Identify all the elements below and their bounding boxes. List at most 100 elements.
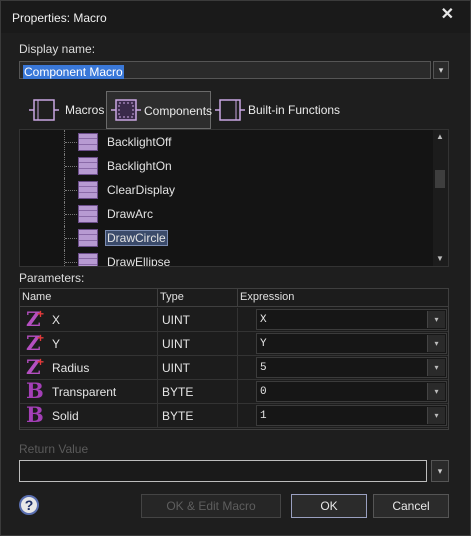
- param-type-cell: UINT: [158, 356, 238, 379]
- tree-item-label: BacklightOff: [107, 135, 172, 149]
- close-icon[interactable]: ✕: [441, 4, 454, 24]
- tab-builtin-functions[interactable]: Built-in Functions: [212, 91, 352, 129]
- param-expression-input[interactable]: Y ▾: [256, 333, 447, 354]
- component-macro-icon: [78, 253, 98, 266]
- param-type-cell: BYTE: [158, 380, 238, 403]
- component-macro-tree[interactable]: BacklightOff BacklightOn ClearDisplay Dr…: [19, 129, 449, 267]
- component-macro-icon: [78, 181, 98, 199]
- uint-type-icon: Z +: [26, 355, 44, 377]
- tree-item-cleardisplay[interactable]: ClearDisplay: [20, 178, 430, 202]
- expression-dropdown[interactable]: ▾: [427, 407, 445, 424]
- expression-dropdown[interactable]: ▾: [427, 335, 445, 352]
- param-name: Transparent: [52, 385, 117, 399]
- param-expression: 0: [260, 386, 267, 398]
- return-value-dropdown[interactable]: ▾: [431, 460, 449, 482]
- plus-badge-icon: +: [37, 307, 45, 321]
- cancel-button[interactable]: Cancel: [373, 494, 449, 518]
- component-macro-icon: [78, 133, 98, 151]
- tree-item-drawcircle[interactable]: DrawCircle: [20, 226, 430, 250]
- column-header-type-label: Type: [160, 291, 184, 303]
- tree-item-label: ClearDisplay: [107, 183, 176, 197]
- column-header-expression[interactable]: Expression: [238, 289, 448, 307]
- param-expression: Y: [260, 338, 267, 350]
- table-row: Z + Radius UINT 5 ▾: [20, 355, 448, 380]
- tab-macros-label: Macros: [65, 103, 105, 117]
- expression-dropdown[interactable]: ▾: [427, 359, 445, 376]
- return-value-input[interactable]: [19, 460, 427, 482]
- function-icon: [215, 99, 245, 121]
- display-name-value: Component Macro: [23, 65, 124, 79]
- param-name: Solid: [52, 409, 79, 423]
- byte-type-icon: B: [26, 378, 44, 403]
- component-icon: [111, 99, 141, 121]
- uint-type-icon: Z +: [26, 331, 44, 353]
- param-type: BYTE: [162, 409, 194, 423]
- component-macro-icon: [78, 157, 98, 175]
- tree-item-label-selected: DrawCircle: [105, 230, 168, 246]
- column-header-expression-label: Expression: [240, 291, 295, 303]
- column-header-type[interactable]: Type: [158, 289, 238, 307]
- byte-type-icon: B: [26, 402, 44, 427]
- param-type: UINT: [162, 361, 190, 375]
- tree-branch: [65, 166, 77, 167]
- display-name-input[interactable]: Component Macro: [19, 61, 431, 79]
- tree-scrollbar[interactable]: ▲ ▼: [433, 130, 448, 266]
- help-icon[interactable]: ?: [19, 495, 39, 515]
- scroll-down-icon[interactable]: ▼: [436, 254, 444, 263]
- param-name: X: [52, 313, 61, 327]
- param-name: Y: [52, 337, 61, 351]
- param-type: BYTE: [162, 385, 194, 399]
- tree-item-backlightoff[interactable]: BacklightOff: [20, 130, 430, 154]
- tree-branch: [65, 238, 77, 239]
- tree-branch: [65, 190, 77, 191]
- component-macro-icon: [78, 229, 98, 247]
- param-type: UINT: [162, 313, 190, 327]
- plus-badge-icon: +: [37, 331, 45, 345]
- expression-dropdown[interactable]: ▾: [427, 383, 445, 400]
- return-value-label: Return Value: [19, 442, 89, 456]
- table-row: Z + X UINT X ▾: [20, 307, 448, 332]
- param-expression-input[interactable]: X ▾: [256, 309, 447, 330]
- param-name-cell: B Solid: [20, 404, 158, 427]
- tree-item-backlighton[interactable]: BacklightOn: [20, 154, 430, 178]
- display-name-dropdown[interactable]: ▾: [433, 61, 449, 79]
- tree-branch: [65, 142, 77, 143]
- parameters-table: Name Type Expression Z + X UINT X ▾ Z + Y: [19, 288, 449, 430]
- tab-components[interactable]: Components: [106, 91, 213, 129]
- ok-edit-macro-button[interactable]: OK & Edit Macro: [141, 494, 281, 518]
- uint-type-icon: Z +: [26, 307, 44, 329]
- table-row: B Solid BYTE 1 ▾: [20, 404, 448, 428]
- tree-item-drawellipse[interactable]: DrawEllipse: [20, 250, 430, 267]
- param-expression: 1: [260, 410, 267, 422]
- param-type-cell: BYTE: [158, 404, 238, 427]
- tab-macros[interactable]: Macros: [19, 91, 105, 129]
- tree-item-label: DrawArc: [107, 207, 154, 221]
- ok-button[interactable]: OK: [291, 494, 367, 518]
- plus-badge-icon: +: [37, 355, 45, 369]
- tree-item-label: DrawEllipse: [107, 255, 171, 267]
- param-type: UINT: [162, 337, 190, 351]
- tab-components-label: Components: [144, 104, 213, 118]
- properties-dialog: Properties: Macro ✕ Display name: Compon…: [0, 0, 471, 536]
- scroll-thumb[interactable]: [435, 170, 445, 188]
- param-expression: 5: [260, 362, 267, 374]
- tree-item-label: BacklightOn: [107, 159, 172, 173]
- tab-builtin-functions-label: Built-in Functions: [248, 103, 341, 117]
- macro-icon: [29, 99, 59, 121]
- param-name: Radius: [52, 361, 90, 375]
- expression-dropdown[interactable]: ▾: [427, 311, 445, 328]
- table-row: B Transparent BYTE 0 ▾: [20, 380, 448, 404]
- title-bar: Properties: Macro ✕: [1, 1, 470, 33]
- tree-connector: [64, 250, 66, 266]
- scroll-up-icon[interactable]: ▲: [436, 132, 444, 141]
- param-expression-input[interactable]: 5 ▾: [256, 357, 447, 378]
- param-type-cell: UINT: [158, 332, 238, 355]
- component-macro-icon: [78, 205, 98, 223]
- tree-item-drawarc[interactable]: DrawArc: [20, 202, 430, 226]
- tree-branch: [65, 262, 77, 263]
- table-row: Z + Y UINT Y ▾: [20, 331, 448, 356]
- param-expression-input[interactable]: 0 ▾: [256, 381, 447, 402]
- param-expression-input[interactable]: 1 ▾: [256, 405, 447, 426]
- param-name-cell: B Transparent: [20, 380, 158, 403]
- display-name-label: Display name:: [19, 42, 96, 56]
